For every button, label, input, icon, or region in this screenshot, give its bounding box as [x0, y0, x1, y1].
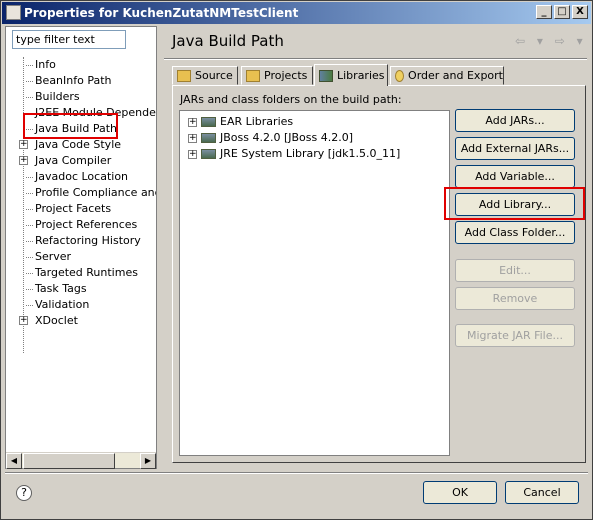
scroll-right-icon[interactable]: ▶ [140, 453, 156, 469]
tree-item[interactable]: Server [6, 249, 156, 265]
footer-separator [5, 472, 588, 474]
close-button[interactable]: X [572, 5, 588, 19]
tree-item-label: Javadoc Location [35, 170, 129, 183]
tree-item-label: Builders [35, 90, 80, 103]
add-class-folder-button[interactable]: Add Class Folder... [455, 221, 575, 244]
expand-icon[interactable]: + [19, 140, 28, 149]
window-title: Properties for KuchenZutatNMTestClient [24, 6, 299, 20]
add-jars-button[interactable]: Add JARs... [455, 109, 575, 132]
tree-item-label: Validation [35, 298, 90, 311]
cancel-button[interactable]: Cancel [505, 481, 579, 504]
expand-icon[interactable]: + [19, 316, 28, 325]
horizontal-scrollbar[interactable]: ◀ ▶ [6, 452, 156, 469]
tree-item-label: Java Code Style [35, 138, 122, 151]
projects-folder-icon [246, 69, 260, 82]
highlight-java-build-path [23, 113, 118, 139]
tab-label: Source [195, 69, 233, 82]
tab-label: Projects [264, 69, 308, 82]
property-tree-panel: type filter text Info BeanInfo Path Builde… [5, 26, 157, 469]
tab-projects[interactable]: Projects [241, 66, 313, 85]
tree-connector [26, 273, 33, 274]
tree-item-label: Targeted Runtimes [35, 266, 138, 279]
library-item[interactable]: + JRE System Library [jdk1.5.0_11] [188, 146, 400, 162]
expand-icon[interactable]: + [188, 117, 197, 127]
scroll-thumb[interactable] [23, 453, 115, 469]
library-item[interactable]: + JBoss 4.2.0 [JBoss 4.2.0] [188, 130, 353, 146]
tree-item-label: Project References [35, 218, 138, 231]
tab-source[interactable]: Source [172, 66, 238, 85]
header-separator [164, 58, 587, 60]
tree-connector [26, 177, 33, 178]
page-title: Java Build Path [172, 32, 284, 50]
title-bar: Properties for KuchenZutatNMTestClient _… [2, 2, 591, 24]
tree-connector [26, 193, 33, 194]
library-item[interactable]: + EAR Libraries [188, 114, 293, 130]
remove-button[interactable]: Remove [455, 287, 575, 310]
tab-libraries[interactable]: Libraries [314, 64, 388, 86]
library-icon [201, 149, 216, 159]
tab-label: Libraries [337, 69, 385, 82]
add-variable-button[interactable]: Add Variable... [455, 165, 575, 188]
tree-item-label: Info [35, 58, 56, 71]
tree-connector [26, 209, 33, 210]
tree-connector [26, 305, 33, 306]
tree-connector [26, 81, 33, 82]
tree-connector [26, 97, 33, 98]
tree-item[interactable]: Profile Compliance and Va [6, 185, 156, 201]
tree-item[interactable]: + XDoclet [6, 313, 156, 329]
tree-item[interactable]: Project Facets [6, 201, 156, 217]
expand-icon[interactable]: + [188, 133, 197, 143]
forward-icon[interactable]: ⇨ ▾ [555, 34, 587, 48]
ok-button[interactable]: OK [423, 481, 497, 504]
library-icon [201, 133, 216, 143]
tree-connector [26, 241, 33, 242]
tree-item[interactable]: Project References [6, 217, 156, 233]
tree-item-label: XDoclet [35, 314, 78, 327]
tree-item[interactable]: Task Tags [6, 281, 156, 297]
help-icon[interactable]: ? [16, 485, 32, 501]
tree-item[interactable]: Validation [6, 297, 156, 313]
tree-item-label: BeanInfo Path [35, 74, 112, 87]
back-icon[interactable]: ⇦ ▾ [515, 34, 547, 48]
tree-item-label: Task Tags [35, 282, 87, 295]
maximize-button[interactable]: □ [554, 5, 570, 19]
tree-item[interactable]: BeanInfo Path [6, 73, 156, 89]
tree-item[interactable]: Targeted Runtimes [6, 265, 156, 281]
tree-item[interactable]: + Java Compiler [6, 153, 156, 169]
filter-input[interactable]: type filter text [12, 30, 126, 49]
edit-button[interactable]: Edit... [455, 259, 575, 282]
nav-arrows[interactable]: ⇦ ▾ ⇨ ▾ [515, 34, 587, 48]
tab-label: Order and Export [408, 69, 503, 82]
tree-connector [26, 65, 33, 66]
window-icon [6, 5, 21, 20]
add-external-jars-button[interactable]: Add External JARs... [455, 137, 575, 160]
minimize-button[interactable]: _ [536, 5, 552, 19]
tree-item[interactable]: Info [6, 57, 156, 73]
highlight-add-library [444, 187, 585, 220]
scroll-left-icon[interactable]: ◀ [6, 453, 22, 469]
expand-icon[interactable]: + [188, 149, 197, 159]
libraries-caption: JARs and class folders on the build path… [180, 93, 402, 106]
order-export-icon [395, 69, 405, 82]
library-icon [201, 117, 216, 127]
tree-item-label: Project Facets [35, 202, 112, 215]
tree-item-label: Refactoring History [35, 234, 141, 247]
tree-item-label: Profile Compliance and Va [35, 186, 156, 199]
tree-item[interactable]: Javadoc Location [6, 169, 156, 185]
tree-item-label: Server [35, 250, 72, 263]
migrate-jar-button[interactable]: Migrate JAR File... [455, 324, 575, 347]
tree-connector [26, 257, 33, 258]
tree-item[interactable]: Refactoring History [6, 233, 156, 249]
libraries-icon [319, 69, 333, 82]
tree-item[interactable]: Builders [6, 89, 156, 105]
libraries-list[interactable]: + EAR Libraries + JBoss 4.2.0 [JBoss 4.2.0… [179, 110, 450, 456]
tree-item-label: Java Compiler [35, 154, 112, 167]
tree-connector [26, 289, 33, 290]
tree-connector [26, 225, 33, 226]
tab-order-and-export[interactable]: Order and Export [390, 66, 504, 85]
property-tree: Info BeanInfo Path Builders J2EE Module Dep… [6, 57, 156, 329]
expand-icon[interactable]: + [19, 156, 28, 165]
tree-item[interactable]: + Java Code Style [6, 137, 156, 153]
source-folder-icon [177, 69, 191, 82]
